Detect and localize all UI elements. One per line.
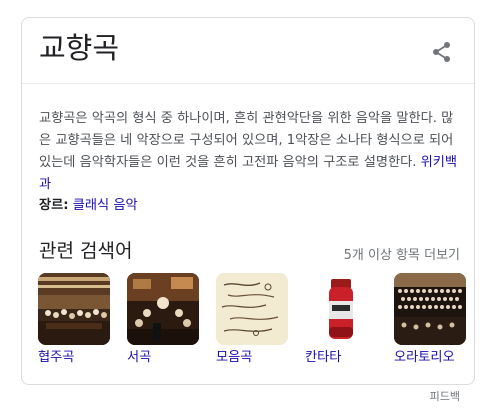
related-item-label: 서곡 (127, 350, 152, 365)
description-text: 교향곡은 악곡의 형식 중 하나이며, 흔히 관현악단을 위한 음악을 말한다.… (39, 111, 454, 170)
concerto-thumbnail (38, 273, 110, 345)
related-item-suite[interactable]: 모음곡 (216, 273, 288, 367)
related-item-overture[interactable]: 서곡 (127, 273, 199, 367)
related-item-label: 모음곡 (216, 350, 253, 365)
related-item-oratorio[interactable]: 오라토리오 (394, 273, 466, 367)
related-items: 협주곡 서곡 모음곡 칸타타 오라토리오 (38, 273, 468, 373)
genre-link[interactable]: 클래식 음악 (73, 198, 138, 213)
overture-thumbnail (127, 273, 199, 345)
related-item-cantata[interactable]: 칸타타 (305, 273, 377, 367)
related-item-label: 협주곡 (38, 350, 75, 365)
related-item-label: 오라토리오 (394, 350, 455, 365)
suite-thumbnail (216, 273, 288, 345)
header-divider (22, 83, 474, 84)
oratorio-thumbnail (394, 273, 466, 345)
description: 교향곡은 악곡의 형식 중 하나이며, 흔히 관현악단을 위한 음악을 말한다.… (39, 108, 459, 196)
cantata-thumbnail (305, 273, 377, 345)
related-item-concerto[interactable]: 협주곡 (38, 273, 110, 367)
genre-label: 장르: (39, 198, 69, 213)
related-searches-title: 관련 검색어 (39, 240, 133, 262)
related-item-label: 칸타타 (305, 350, 342, 365)
knowledge-panel: 교향곡 교향곡은 악곡의 형식 중 하나이며, 흔히 관현악단을 위한 음악을 … (21, 17, 475, 385)
feedback-link[interactable]: 피드백 (430, 389, 460, 405)
genre-row: 장르: 클래식 음악 (39, 195, 138, 217)
panel-title: 교향곡 (39, 31, 120, 65)
more-items-link[interactable]: 5개 이상 항목 더보기 (344, 247, 460, 265)
share-icon[interactable] (430, 40, 454, 64)
